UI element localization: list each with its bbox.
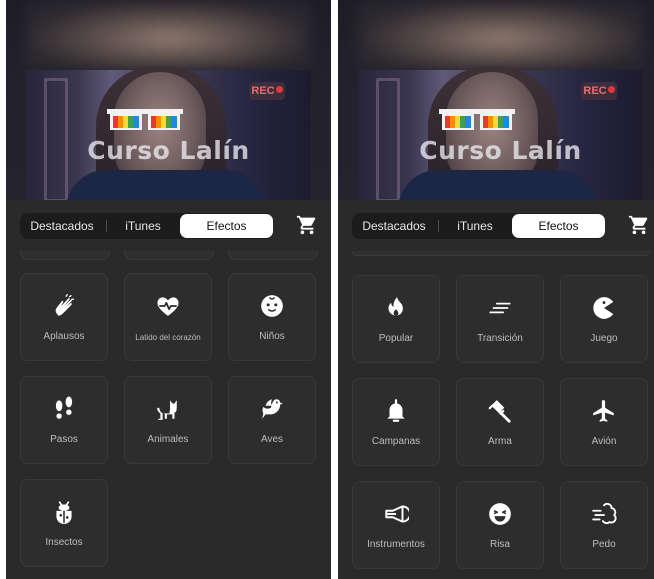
bug-icon <box>56 501 72 524</box>
effect-card-avion[interactable]: Avión <box>560 378 648 466</box>
baby-icon <box>261 295 283 317</box>
effect-label: Instrumentos <box>367 539 425 550</box>
hammer-icon <box>488 400 511 423</box>
camera-preview: REC Curso Lalín <box>6 0 331 200</box>
effect-card-latido[interactable]: Latido del corazón <box>124 273 212 361</box>
effect-label: Aplausos <box>43 331 85 342</box>
effect-label: Insectos <box>45 537 83 548</box>
effect-label: Latido del corazón <box>135 333 201 342</box>
cart-icon[interactable] <box>296 214 318 236</box>
effect-label: Juego <box>590 333 618 344</box>
effect-card-popular[interactable]: Popular <box>352 275 440 363</box>
effect-card-aves[interactable]: Aves <box>228 376 316 464</box>
effect-card-pasos[interactable]: Pasos <box>20 376 108 464</box>
effect-label: Transición <box>477 333 523 344</box>
tab-efectos[interactable]: Efectos <box>180 214 273 238</box>
transition-icon <box>489 302 511 314</box>
footsteps-icon <box>55 396 73 419</box>
effect-card-insectos[interactable]: Insectos <box>20 479 108 567</box>
camera-preview: REC Curso Lalín <box>338 0 654 200</box>
effect-label: Aves <box>260 434 284 445</box>
effect-label: Risa <box>489 539 510 550</box>
airplane-icon <box>593 400 614 422</box>
effect-card-campanas[interactable]: Campanas <box>352 378 440 466</box>
tab-destacados[interactable]: Destacados <box>20 213 104 239</box>
effect-card-pedo[interactable]: Pedo <box>560 481 648 569</box>
category-tabs: Destacados iTunes Efectos <box>20 213 273 239</box>
tab-destacados[interactable]: Destacados <box>352 213 436 239</box>
effect-label: Arma <box>488 436 512 447</box>
effect-label: Animales <box>147 434 189 445</box>
effect-card-risa[interactable]: Risa <box>456 481 544 569</box>
cat-icon <box>157 400 177 420</box>
left-screen: REC Curso Lalín Destacados iTunes Efecto… <box>6 0 331 579</box>
category-tabs: Destacados iTunes Efectos <box>352 213 605 239</box>
fart-icon <box>592 502 617 525</box>
rec-badge: REC <box>581 82 617 100</box>
effect-label: Pedo <box>592 539 616 550</box>
effect-label: Niños <box>259 331 285 342</box>
tab-efectos[interactable]: Efectos <box>512 214 605 238</box>
rainbow-glasses-sticker <box>439 109 515 130</box>
tab-itunes[interactable]: iTunes <box>440 213 510 239</box>
effect-label: Campanas <box>371 436 421 447</box>
heartbeat-icon <box>157 297 179 316</box>
bell-icon <box>387 399 405 422</box>
rec-badge: REC <box>249 82 285 100</box>
effect-card-juego[interactable]: Juego <box>560 275 648 363</box>
watermark-text: Curso Lalín <box>419 136 582 165</box>
effect-card-ninos[interactable]: Niños <box>228 273 316 361</box>
effect-card-arma[interactable]: Arma <box>456 378 544 466</box>
effect-card-animales[interactable]: Animales <box>124 376 212 464</box>
effect-label: Popular <box>378 333 414 344</box>
horn-icon <box>385 505 409 523</box>
pacman-icon <box>593 297 614 319</box>
effect-label: Pasos <box>50 434 78 445</box>
tab-itunes[interactable]: iTunes <box>108 213 178 239</box>
watermark-text: Curso Lalín <box>87 136 250 165</box>
effect-card-transicion[interactable]: Transición <box>456 275 544 363</box>
effect-card-aplausos[interactable]: Aplausos <box>20 273 108 361</box>
flame-icon <box>388 297 403 316</box>
laugh-icon <box>489 503 511 525</box>
clap-icon <box>55 293 75 316</box>
effect-label: Avión <box>591 436 617 447</box>
cart-icon[interactable] <box>628 214 650 236</box>
bird-icon <box>262 399 283 419</box>
effect-card-instrumentos[interactable]: Instrumentos <box>352 481 440 569</box>
right-screen: REC Curso Lalín Destacados iTunes Efecto… <box>338 0 654 579</box>
rainbow-glasses-sticker <box>107 109 183 130</box>
